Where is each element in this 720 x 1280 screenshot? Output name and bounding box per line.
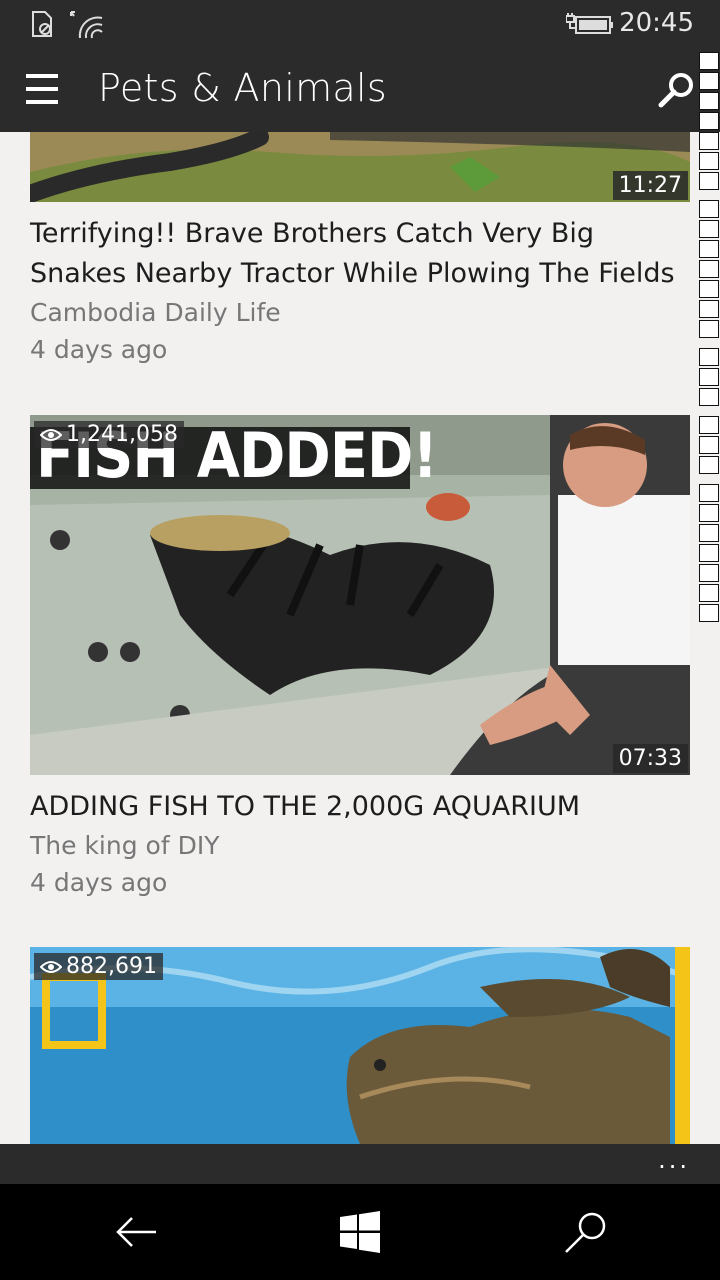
view-count-value: 882,691 [66,954,157,979]
video-age: 4 days ago [30,868,168,897]
status-bar: 20:45 [0,0,720,48]
eye-icon [40,960,62,973]
more-options-button[interactable]: ... [658,1146,690,1174]
view-count: 882,691 [34,953,163,980]
view-count: 1,241,058 [34,421,184,448]
back-arrow-icon[interactable] [112,1208,160,1256]
page-title: Pets & Animals [98,66,387,110]
video-title[interactable]: Terrifying!! Brave Brothers Catch Very B… [30,214,690,294]
wifi-icon [70,11,103,39]
search-icon[interactable] [656,70,696,110]
video-thumbnail[interactable]: FISH ADDED! 1,241,058 07:33 [30,415,690,775]
view-count-value: 1,241,058 [66,422,178,447]
bottom-app-bar: ... [0,1144,720,1184]
video-duration: 07:33 [612,744,688,773]
search-icon[interactable] [562,1208,610,1256]
clock: 20:45 [619,8,694,38]
video-thumbnail[interactable]: 11:27 [30,132,690,202]
hamburger-menu-icon[interactable] [26,74,58,104]
eye-icon [40,428,62,441]
video-channel[interactable]: Cambodia Daily Life [30,298,281,327]
video-duration: 11:27 [612,171,688,200]
video-channel[interactable]: The king of DIY [30,831,219,860]
windows-logo-icon[interactable] [336,1208,384,1256]
video-thumbnail[interactable]: 882,691 [30,947,690,1144]
video-title[interactable]: ADDING FISH TO THE 2,000G AQUARIUM [30,787,690,827]
battery-icon [566,13,613,34]
video-age: 4 days ago [30,335,168,364]
video-list: 11:27 Terrifying!! Brave Brothers Catch … [0,132,720,1144]
snake-thumbnail-image [30,132,690,202]
status-icons [30,10,104,40]
system-nav-bar [0,1184,720,1280]
app-bar: Pets & Animals [0,48,720,132]
sim-icon [32,11,52,37]
